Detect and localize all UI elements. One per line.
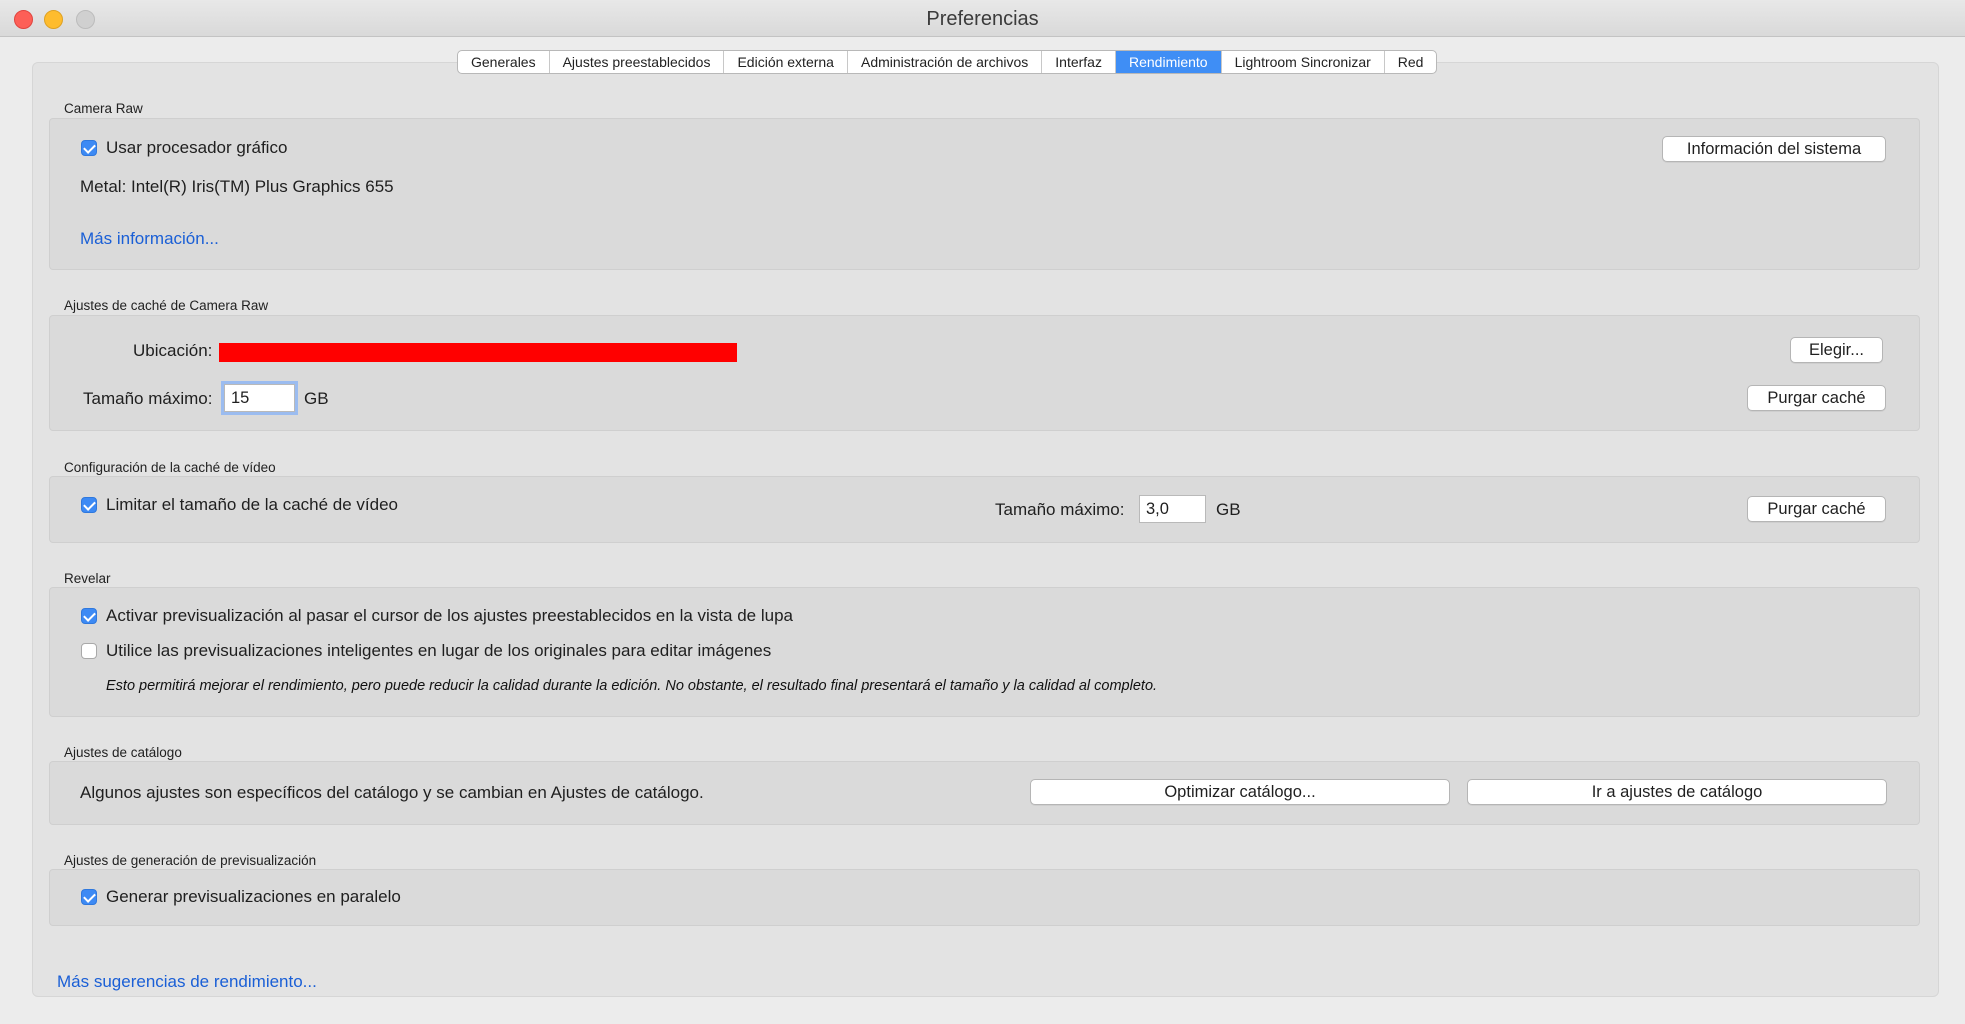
purge-cache-button[interactable]: Purgar caché [1747, 385, 1886, 411]
video-cache-max-size-input[interactable]: 3,0 [1139, 495, 1206, 523]
video-cache-size-unit: GB [1216, 500, 1241, 519]
cache-location-label: Ubicación: [133, 341, 213, 360]
tab-edicion-externa[interactable]: Edición externa [724, 51, 848, 73]
video-cache-max-size-label: Tamaño máximo: [995, 500, 1125, 519]
video-cache-heading: Configuración de la caché de vídeo [64, 460, 276, 475]
cache-heading: Ajustes de caché de Camera Raw [64, 298, 269, 313]
purge-video-cache-button[interactable]: Purgar caché [1747, 496, 1886, 522]
preferences-tab-bar: Generales Ajustes preestablecidos Edició… [457, 50, 1438, 74]
tab-generales[interactable]: Generales [458, 51, 550, 73]
tab-rendimiento[interactable]: Rendimiento [1115, 51, 1222, 73]
tab-red[interactable]: Red [1385, 51, 1437, 73]
optimize-catalog-button[interactable]: Optimizar catálogo... [1030, 779, 1450, 805]
develop-heading: Revelar [64, 571, 111, 586]
limit-video-cache-checkbox[interactable] [81, 497, 97, 513]
camera-raw-heading: Camera Raw [64, 101, 143, 116]
gpu-info-text: Metal: Intel(R) Iris(TM) Plus Graphics 6… [80, 177, 394, 196]
choose-location-button[interactable]: Elegir... [1790, 337, 1883, 363]
smart-previews-note: Esto permitirá mejorar el rendimiento, p… [106, 678, 1158, 694]
more-performance-tips-link[interactable]: Más sugerencias de rendimiento... [57, 972, 317, 992]
limit-video-cache-label: Limitar el tamaño de la caché de vídeo [106, 495, 399, 514]
cache-group [49, 315, 1920, 431]
redacted-location-path [219, 343, 737, 362]
catalog-description: Algunos ajustes son específicos del catá… [80, 783, 704, 802]
preferences-window: Preferencias Generales Ajustes preestabl… [0, 0, 1965, 1024]
parallel-previews-label: Generar previsualizaciones en paralelo [106, 887, 401, 906]
smart-previews-checkbox[interactable] [81, 643, 97, 659]
catalog-heading: Ajustes de catálogo [64, 745, 182, 760]
tab-ajustes-preestablecidos[interactable]: Ajustes preestablecidos [550, 51, 725, 73]
more-info-link[interactable]: Más información... [80, 229, 219, 249]
system-info-button[interactable]: Información del sistema [1662, 136, 1886, 162]
hover-preview-label: Activar previsualización al pasar el cur… [106, 606, 793, 625]
tab-lightroom-sincronizar[interactable]: Lightroom Sincronizar [1222, 51, 1385, 73]
smart-previews-label: Utilice las previsualizaciones inteligen… [106, 641, 772, 660]
use-gpu-label: Usar procesador gráfico [106, 138, 288, 157]
use-gpu-checkbox[interactable] [81, 140, 97, 156]
window-title: Preferencias [926, 8, 1039, 30]
title-bar: Preferencias [0, 0, 1965, 37]
cache-max-size-label: Tamaño máximo: [83, 389, 213, 408]
tab-interfaz[interactable]: Interfaz [1042, 51, 1116, 73]
catalog-settings-button[interactable]: Ir a ajustes de catálogo [1467, 779, 1887, 805]
cache-size-unit: GB [304, 389, 329, 408]
cache-max-size-input[interactable]: 15 [221, 381, 298, 415]
tab-administracion-de-archivos[interactable]: Administración de archivos [848, 51, 1043, 73]
parallel-previews-checkbox[interactable] [81, 889, 97, 905]
hover-preview-checkbox[interactable] [81, 608, 97, 624]
preview-generation-heading: Ajustes de generación de previsualizació… [64, 853, 317, 868]
